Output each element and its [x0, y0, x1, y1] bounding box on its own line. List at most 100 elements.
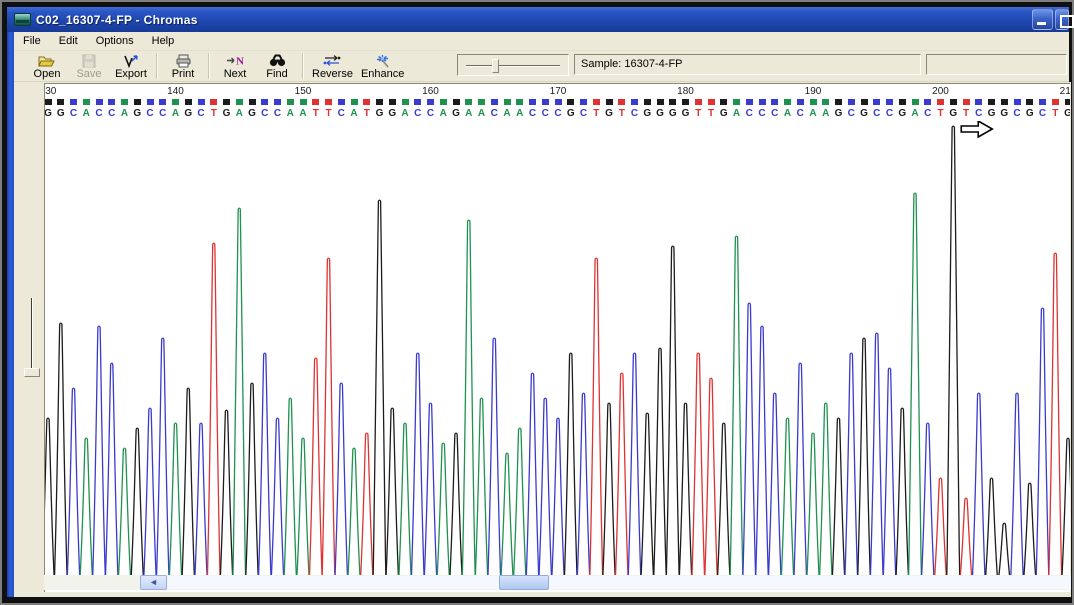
base-square-a	[733, 99, 740, 105]
base-square-g	[835, 99, 842, 105]
minimize-button[interactable]	[1032, 9, 1053, 30]
scroll-left-button[interactable]: ◄	[140, 575, 167, 590]
peak-a-190	[806, 433, 819, 587]
base-square-c	[338, 99, 345, 105]
vertical-scale-slider-thumb[interactable]	[24, 368, 40, 377]
base-square-g	[567, 99, 574, 105]
peak-c-185	[743, 303, 756, 587]
base-square-c	[274, 99, 281, 105]
menu-item-file[interactable]: File	[14, 33, 50, 49]
peak-g-174	[602, 403, 615, 587]
printer-icon	[175, 53, 192, 68]
menu-item-options[interactable]: Options	[87, 33, 143, 49]
peak-g-130	[45, 418, 55, 587]
mutation-arrow-annotation	[961, 121, 992, 137]
base-square-a	[287, 99, 294, 105]
horizontal-zoom-slider[interactable]	[457, 54, 569, 76]
next-n-icon: N	[226, 53, 244, 68]
base-square-g	[720, 99, 727, 105]
peak-t-151	[309, 358, 322, 587]
peak-a-163	[462, 220, 475, 587]
base-square-g	[606, 99, 613, 105]
peak-t-181	[692, 353, 705, 587]
base-square-c	[924, 99, 931, 105]
base-square-a	[810, 99, 817, 105]
peak-a-136	[118, 448, 131, 587]
base-square-c	[414, 99, 421, 105]
base-square-c	[631, 99, 638, 105]
peak-a-133	[80, 438, 93, 587]
base-color-squares	[45, 99, 1070, 107]
peak-a-164	[475, 398, 488, 587]
find-button[interactable]: Find	[256, 52, 298, 80]
peak-c-165	[488, 338, 501, 587]
toolbar-button-label: Reverse	[312, 68, 353, 80]
ruler-tick-label: 190	[805, 86, 822, 97]
menu-item-help[interactable]: Help	[143, 33, 184, 49]
toolbar: OpenSaveExportPrintNNextFindReverseEnhan…	[14, 51, 1069, 82]
maximize-button[interactable]	[1055, 9, 1069, 30]
peak-c-159	[411, 353, 424, 587]
toolbar-button-label: Next	[224, 68, 247, 80]
slider-thumb[interactable]	[492, 59, 499, 73]
open-button[interactable]: Open	[26, 52, 68, 80]
base-square-c	[555, 99, 562, 105]
ruler-tick-label: 160	[422, 86, 439, 97]
base-square-t	[210, 99, 217, 105]
position-ruler: 130140150160170180190200210	[45, 86, 1070, 98]
ruler-tick-label: 130	[44, 86, 56, 97]
peak-c-139	[156, 338, 169, 587]
base-square-g	[861, 99, 868, 105]
export-button[interactable]: Export	[110, 52, 152, 80]
base-square-c	[261, 99, 268, 105]
print-button[interactable]: Print	[162, 52, 204, 80]
base-square-c	[159, 99, 166, 105]
base-square-c	[96, 99, 103, 105]
ruler-tick-label: 140	[167, 86, 184, 97]
peak-g-183	[717, 423, 730, 587]
toolbar-button-label: Export	[115, 68, 147, 80]
ruler-tick-label: 180	[677, 86, 694, 97]
toolbar-button-label: Enhance	[361, 68, 404, 80]
window-border	[7, 7, 14, 601]
titlebar[interactable]: C02_16307-4-FP - Chromas	[7, 7, 1069, 32]
ruler-tick-label: 210	[1060, 86, 1070, 97]
base-square-a	[351, 99, 358, 105]
scrollbar-thumb[interactable]	[499, 575, 549, 590]
reverse-button[interactable]: Reverse	[308, 52, 357, 80]
base-square-g	[988, 99, 995, 105]
base-square-g	[45, 99, 52, 105]
base-square-a	[784, 99, 791, 105]
menu-item-edit[interactable]: Edit	[50, 33, 87, 49]
toolbar-separator	[302, 53, 304, 79]
peak-g-162	[449, 433, 462, 587]
peak-c-135	[105, 363, 118, 587]
peak-a-191	[819, 403, 832, 587]
peak-g-146	[245, 383, 258, 587]
next-button[interactable]: NNext	[214, 52, 256, 80]
bottom-frame	[2, 597, 1072, 603]
peak-c-132	[67, 388, 80, 587]
left-panel	[14, 82, 44, 601]
base-square-t	[963, 99, 970, 105]
binoculars-icon	[269, 53, 286, 68]
base-square-c	[70, 99, 77, 105]
base-square-t	[708, 99, 715, 105]
base-square-g	[899, 99, 906, 105]
peak-a-167	[513, 428, 526, 587]
peak-c-176	[628, 353, 641, 587]
peak-t-152	[322, 258, 335, 587]
base-square-g	[185, 99, 192, 105]
reverse-icon	[322, 53, 342, 68]
base-square-t	[325, 99, 332, 105]
peak-c-193	[845, 353, 858, 587]
scrollbar-track[interactable]	[168, 576, 1071, 589]
base-letter: G	[1061, 108, 1070, 119]
chromatogram-panel: 130140150160170180190200210 GGCACCAGCCAG…	[44, 83, 1070, 592]
base-square-c	[1014, 99, 1021, 105]
peak-c-195	[870, 333, 883, 587]
base-square-c	[873, 99, 880, 105]
horizontal-scrollbar[interactable]: ◄	[44, 575, 1071, 590]
enhance-button[interactable]: Enhance	[357, 52, 408, 80]
peak-t-209	[1049, 253, 1062, 587]
